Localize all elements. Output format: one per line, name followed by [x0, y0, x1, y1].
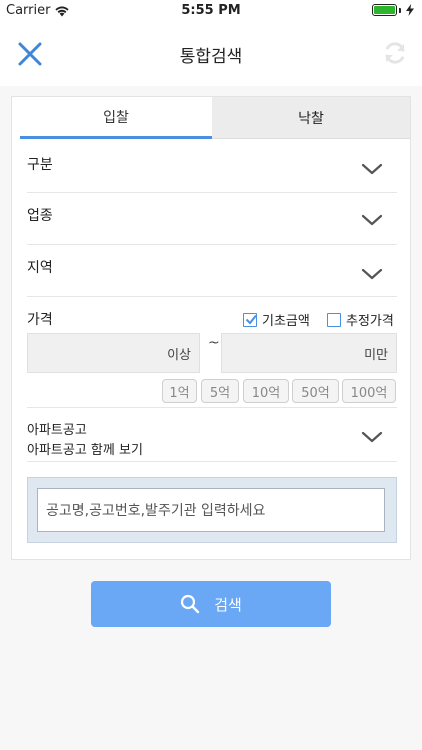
price-min-input[interactable]: 이상: [27, 333, 200, 373]
price-label: 가격: [27, 312, 53, 328]
estimated-price-checkbox[interactable]: 추정가격: [327, 310, 394, 329]
quick-amount-label: 10억: [251, 385, 281, 401]
tab-bid[interactable]: 입찰: [20, 97, 212, 139]
price-max-input[interactable]: 미만: [221, 333, 397, 373]
charging-bolt-icon: [406, 4, 414, 16]
category-row[interactable]: 구분: [27, 139, 397, 193]
nav-bar: 통합검색: [0, 22, 422, 86]
chevron-down-icon: [361, 431, 383, 443]
search-icon: [181, 594, 200, 614]
quick-amount-5[interactable]: 5억: [201, 379, 239, 403]
search-filter-card: 입찰 낙찰 구분 업종 지역 가격 기초금액 추정가격 이상 ~ 미만 1억 5…: [11, 96, 411, 560]
page-title: 통합검색: [179, 47, 243, 67]
quick-amount-1[interactable]: 1억: [162, 379, 197, 403]
search-input[interactable]: 공고명,공고번호,발주기관 입력하세요: [37, 488, 385, 532]
status-bar: Carrier 5:55 PM: [0, 0, 422, 22]
quick-amount-50[interactable]: 50억: [292, 379, 339, 403]
price-min-suffix: 이상: [167, 347, 191, 363]
tab-award-label: 낙찰: [298, 110, 324, 127]
apartment-subtitle: 아파트공고 함께 보기: [27, 443, 143, 458]
base-price-checkbox[interactable]: 기초금액: [243, 310, 310, 329]
quick-amount-label: 50억: [301, 385, 330, 401]
region-row[interactable]: 지역: [27, 245, 397, 297]
chevron-down-icon: [361, 163, 383, 175]
industry-label: 업종: [27, 208, 53, 224]
quick-amount-label: 5억: [209, 385, 231, 401]
status-time: 5:55 PM: [181, 3, 241, 18]
quick-amount-label: 100억: [350, 385, 388, 401]
battery-icon: [372, 4, 414, 16]
chevron-down-icon: [361, 214, 383, 226]
apartment-title: 아파트공고: [27, 423, 87, 438]
search-button-label: 검색: [214, 595, 242, 614]
refresh-icon[interactable]: [382, 40, 408, 66]
checkbox-unchecked-icon: [327, 312, 341, 327]
tab-bid-label: 입찰: [103, 109, 129, 126]
quick-amount-100[interactable]: 100억: [342, 379, 396, 403]
quick-amount-label: 1억: [169, 385, 190, 401]
base-price-label: 기초금액: [262, 314, 310, 329]
checkbox-checked-icon: [243, 312, 257, 327]
chevron-down-icon: [361, 268, 383, 280]
search-placeholder: 공고명,공고번호,발주기관 입력하세요: [46, 503, 266, 519]
tab-award[interactable]: 낙찰: [212, 97, 410, 139]
search-button[interactable]: 검색: [91, 581, 331, 627]
estimated-price-label: 추정가격: [346, 314, 394, 329]
range-separator: ~: [208, 335, 220, 351]
tab-bar: 입찰 낙찰: [12, 97, 410, 139]
price-max-suffix: 미만: [364, 347, 388, 363]
quick-amount-10[interactable]: 10억: [243, 379, 289, 403]
search-input-container: 공고명,공고번호,발주기관 입력하세요: [27, 477, 397, 543]
industry-row[interactable]: 업종: [27, 193, 397, 245]
region-label: 지역: [27, 260, 53, 276]
category-label: 구분: [27, 157, 53, 173]
